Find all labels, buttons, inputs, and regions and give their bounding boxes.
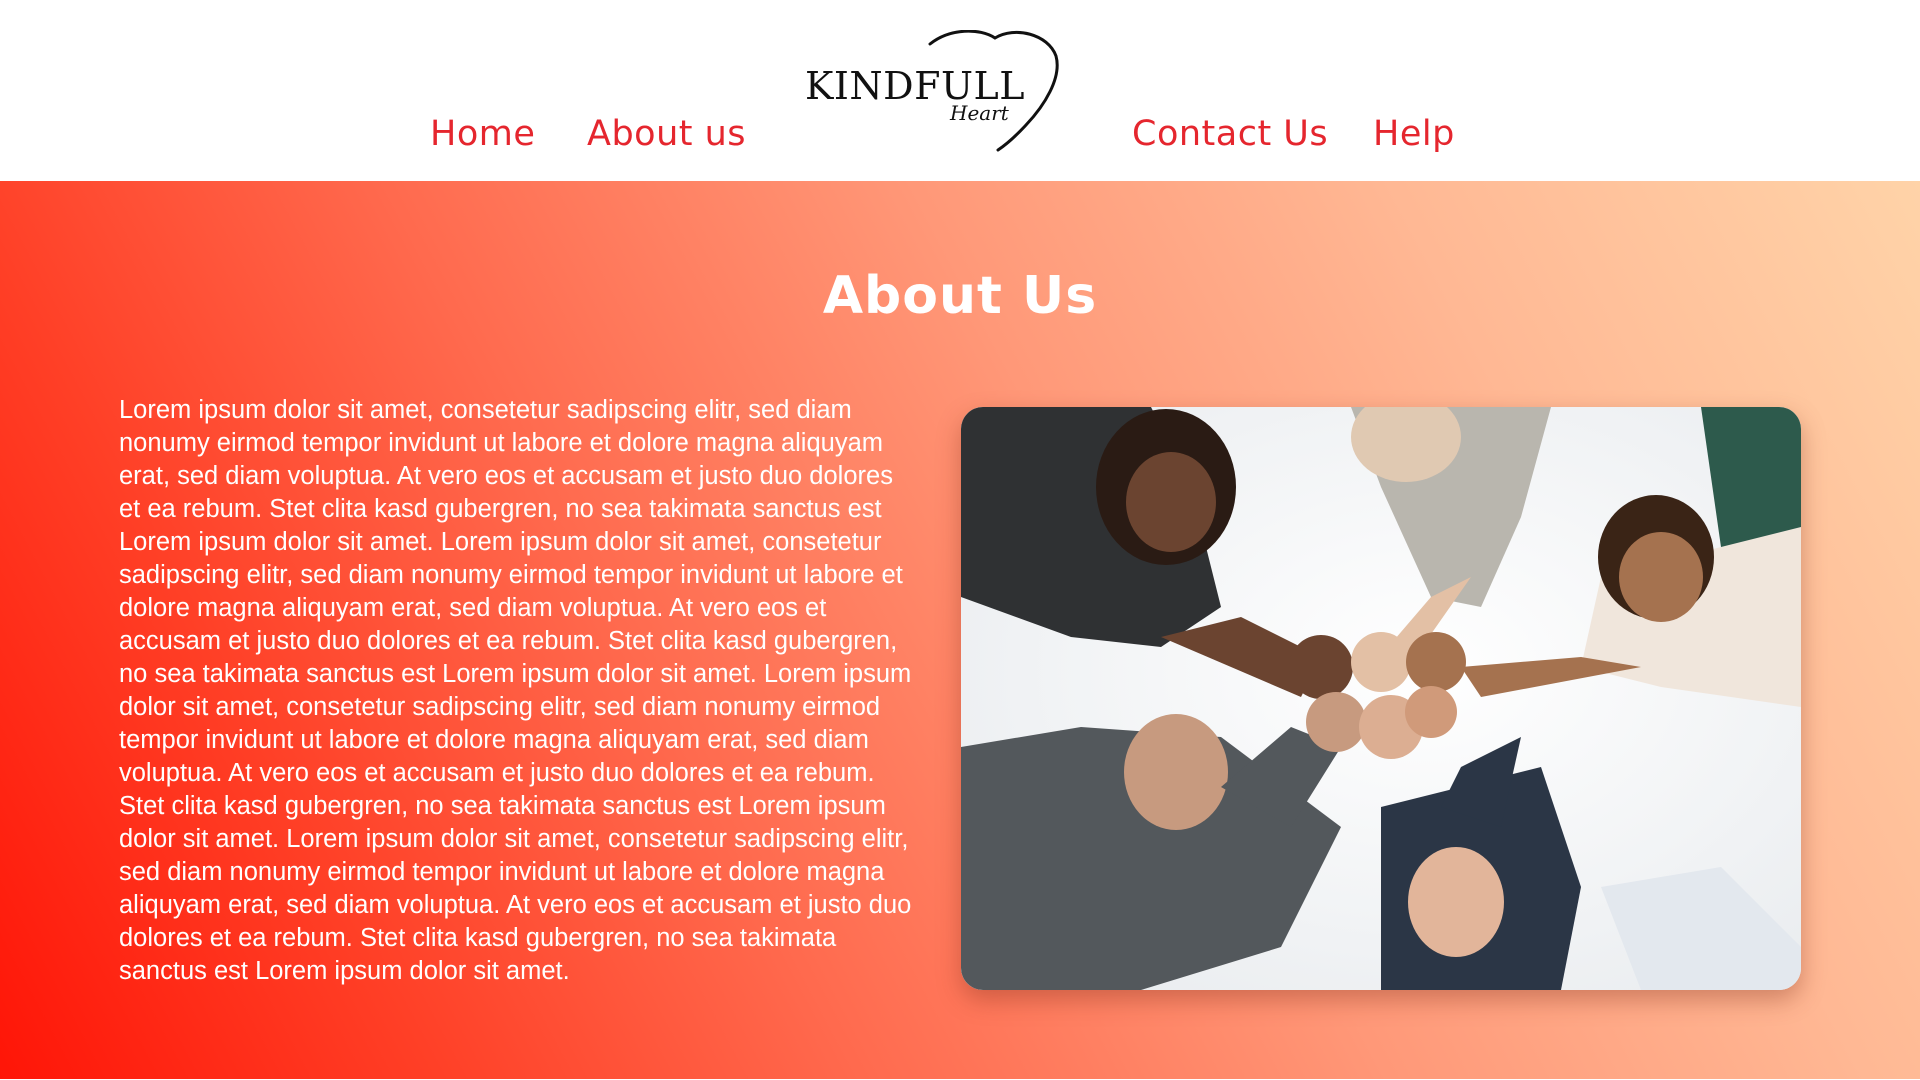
nav-home-link[interactable]: Home xyxy=(430,114,535,154)
team-photo-illustration xyxy=(961,407,1801,990)
about-section: About Us Lorem ipsum dolor sit amet, con… xyxy=(0,181,1920,1080)
page: Home About us KINDFULL Heart Contact Us … xyxy=(0,0,1920,1080)
about-body-text: Lorem ipsum dolor sit amet, consetetur s… xyxy=(119,396,912,985)
site-logo[interactable]: KINDFULL Heart xyxy=(800,30,1060,155)
site-header: Home About us KINDFULL Heart Contact Us … xyxy=(0,0,1920,181)
nav-contact-link[interactable]: Contact Us xyxy=(1132,114,1328,154)
nav-help-link[interactable]: Help xyxy=(1373,114,1455,154)
logo-subtitle: Heart xyxy=(950,101,1009,125)
section-title: About Us xyxy=(822,265,1098,326)
nav-about-link[interactable]: About us xyxy=(587,114,746,154)
team-fist-bump-photo xyxy=(961,407,1801,990)
